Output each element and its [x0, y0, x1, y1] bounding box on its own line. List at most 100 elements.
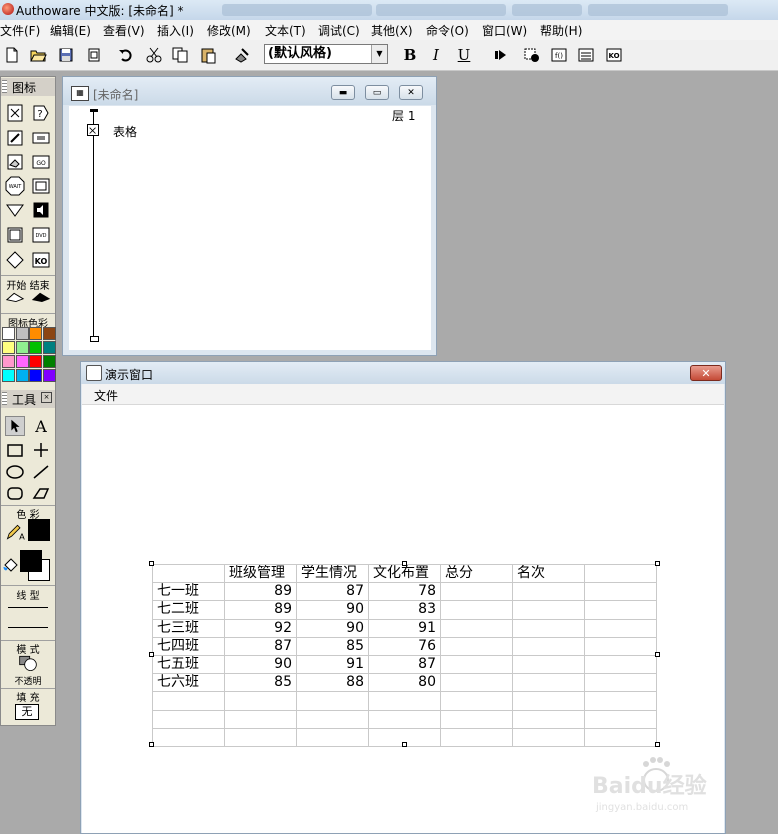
table-header-cell[interactable]: 文化布置 — [368, 563, 441, 584]
icon-color-swatch[interactable] — [29, 327, 42, 340]
grip-icon[interactable] — [2, 392, 7, 405]
navigate-icon[interactable]: GO — [31, 152, 51, 172]
variable-icon[interactable] — [576, 45, 596, 65]
crosshair-tool-icon[interactable] — [31, 440, 51, 460]
menu-view[interactable]: 查看(V) — [103, 22, 145, 39]
import-icon[interactable] — [84, 45, 104, 65]
table-cell[interactable] — [296, 727, 369, 747]
menu-insert[interactable]: 插入(I) — [157, 22, 194, 39]
icon-color-swatch[interactable] — [42, 327, 56, 340]
data-table[interactable]: 班级管理 学生情况 文化布置 总分 名次 七一班 89 87 78 七二班 89 90 83 七三班 92 9… — [152, 563, 657, 747]
pencil-color-icon[interactable]: A — [3, 521, 27, 543]
dvd-video-icon[interactable]: DVD — [31, 225, 51, 245]
icon-color-swatch[interactable] — [29, 355, 42, 368]
icon-color-swatch[interactable] — [42, 341, 56, 354]
table-cell[interactable]: 七二班 — [152, 600, 225, 620]
table-cell[interactable] — [584, 600, 657, 620]
table-cell[interactable] — [584, 673, 657, 693]
menu-text[interactable]: 文本(T) — [265, 22, 306, 39]
menu-debug[interactable]: 调试(C) — [318, 22, 360, 39]
fill-none-button[interactable]: 无 — [15, 704, 39, 720]
framework-icon[interactable] — [5, 250, 25, 270]
save-all-icon[interactable] — [56, 45, 76, 65]
tools-panel-header[interactable]: 工具 × — [1, 390, 55, 408]
table-cell[interactable] — [584, 727, 657, 747]
rectangle-tool-icon[interactable] — [5, 440, 25, 460]
menu-help[interactable]: 帮助(H) — [540, 22, 582, 39]
menu-edit[interactable]: 编辑(E) — [50, 22, 91, 39]
icon-color-swatch[interactable] — [15, 355, 29, 368]
maximize-button[interactable]: ▭ — [365, 85, 389, 100]
paint-bucket-icon[interactable] — [1, 555, 21, 575]
table-header-cell[interactable]: 总分 — [440, 563, 513, 584]
icon-color-swatch[interactable] — [15, 327, 29, 340]
table-cell[interactable]: 七四班 — [152, 636, 225, 656]
icon-color-swatch[interactable] — [2, 327, 15, 340]
map-icon[interactable] — [5, 225, 25, 245]
presentation-window-titlebar[interactable]: 演示窗口 ✕ — [81, 362, 725, 384]
chevron-down-icon[interactable]: ▼ — [371, 45, 387, 63]
selection-handle[interactable] — [655, 742, 660, 747]
icon-color-swatch[interactable] — [15, 341, 29, 354]
table-cell[interactable] — [224, 691, 297, 711]
close-button[interactable]: ✕ — [399, 85, 423, 100]
function-icon[interactable]: f() — [549, 45, 569, 65]
paste-icon[interactable] — [198, 45, 218, 65]
table-cell[interactable]: 78 — [368, 582, 441, 602]
menu-other[interactable]: 其他(X) — [371, 22, 413, 39]
start-flag-icon[interactable] — [4, 290, 26, 304]
table-cell[interactable] — [296, 691, 369, 711]
selection-handle[interactable] — [149, 561, 154, 566]
table-cell[interactable] — [440, 600, 513, 620]
table-cell[interactable] — [584, 636, 657, 656]
table-cell[interactable] — [296, 709, 369, 729]
table-cell[interactable] — [224, 709, 297, 729]
movie-icon[interactable] — [31, 176, 51, 196]
erase-icon[interactable] — [5, 152, 25, 172]
decision-icon[interactable] — [5, 200, 25, 220]
italic-button[interactable]: I — [426, 45, 446, 65]
knowledge-object-icon[interactable]: KO — [604, 45, 624, 65]
menu-command[interactable]: 命令(O) — [426, 22, 469, 39]
copy-icon[interactable] — [170, 45, 190, 65]
table-cell[interactable]: 90 — [224, 654, 297, 675]
table-cell[interactable] — [440, 636, 513, 656]
control-panel-icon[interactable] — [522, 45, 542, 65]
table-cell[interactable]: 七六班 — [152, 673, 225, 693]
underline-button[interactable]: U — [454, 45, 474, 65]
table-cell[interactable] — [440, 673, 513, 693]
table-cell[interactable] — [152, 727, 225, 747]
table-header-cell[interactable] — [584, 563, 657, 584]
icon-color-swatch[interactable] — [2, 355, 15, 368]
table-cell[interactable]: 91 — [296, 654, 369, 675]
table-cell[interactable] — [584, 709, 657, 729]
table-cell[interactable] — [584, 654, 657, 675]
rounded-rect-tool-icon[interactable] — [5, 483, 25, 503]
table-cell[interactable] — [440, 691, 513, 711]
display-icon[interactable] — [5, 103, 25, 123]
selection-handle[interactable] — [149, 742, 154, 747]
line-style-thin[interactable] — [8, 607, 48, 608]
icon-color-swatch[interactable] — [42, 355, 56, 368]
table-cell[interactable] — [512, 654, 585, 675]
table-cell[interactable]: 90 — [296, 600, 369, 620]
table-cell[interactable]: 七一班 — [152, 582, 225, 602]
wait-icon[interactable]: WAIT — [5, 176, 25, 196]
line-style-default[interactable] — [8, 627, 48, 628]
menu-file[interactable]: 文件(F) — [0, 22, 40, 39]
run-icon[interactable] — [490, 45, 510, 65]
motion-icon[interactable] — [5, 128, 25, 148]
table-cell[interactable] — [512, 618, 585, 638]
table-cell[interactable] — [440, 727, 513, 747]
bold-button[interactable]: B — [400, 45, 420, 65]
table-cell[interactable] — [512, 673, 585, 693]
icon-palette-header[interactable]: 图标 — [1, 78, 55, 96]
table-cell[interactable]: 80 — [368, 673, 441, 693]
grip-icon[interactable] — [2, 80, 7, 93]
table-cell[interactable]: 92 — [224, 618, 297, 638]
table-cell[interactable] — [512, 709, 585, 729]
table-cell[interactable]: 87 — [224, 636, 297, 656]
table-cell[interactable] — [512, 582, 585, 602]
icon-color-swatch[interactable] — [2, 341, 15, 354]
stroke-color-swatch[interactable] — [28, 519, 50, 541]
